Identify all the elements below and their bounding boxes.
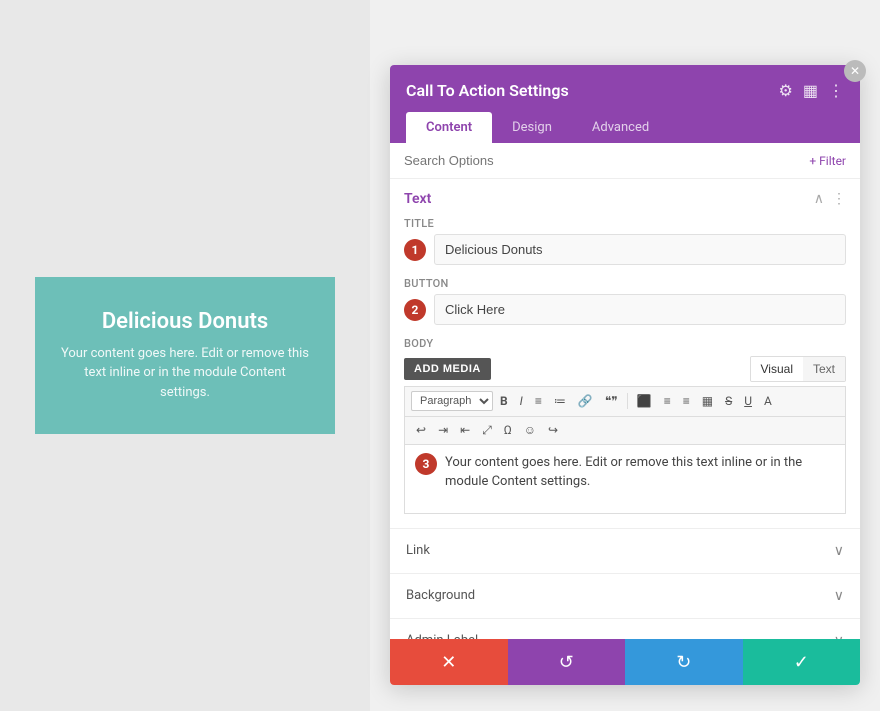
link-chevron-icon: ∨ (834, 543, 844, 559)
special-char-button[interactable]: Ω (499, 420, 517, 441)
align-center-button[interactable]: ≡ (659, 391, 676, 412)
panel-header-icons: ⚙ ▦ ⋮ (779, 81, 844, 100)
panel-header: Call To Action Settings ⚙ ▦ ⋮ Content De… (390, 65, 860, 143)
text-section-icons: ∧ ⋮ (814, 191, 846, 207)
preview-card: Delicious Donuts Your content goes here.… (35, 277, 335, 435)
tab-advanced[interactable]: Advanced (572, 112, 669, 143)
preview-body: Your content goes here. Edit or remove t… (59, 344, 311, 403)
link-section: Link ∨ (390, 529, 860, 574)
admin-label-header[interactable]: Admin Label ∨ (390, 619, 860, 639)
search-bar: + Filter (390, 143, 860, 179)
link-section-title: Link (406, 543, 430, 558)
search-input[interactable] (404, 153, 809, 168)
cancel-button[interactable]: ✕ (390, 639, 508, 685)
align-left-button[interactable]: ⬛ (632, 391, 657, 412)
panel-body: + Filter Text ∧ ⋮ Title 1 Button (390, 143, 860, 639)
text-section: Text ∧ ⋮ Title 1 Button 2 (390, 179, 860, 529)
settings-icon[interactable]: ⚙ (779, 81, 793, 100)
background-section-title: Background (406, 588, 475, 603)
grid-icon[interactable]: ▦ (803, 81, 818, 100)
tab-content[interactable]: Content (406, 112, 492, 143)
button-field-row: 2 (404, 294, 846, 325)
badge-2: 2 (404, 299, 426, 321)
ordered-list-button[interactable]: ≔ (549, 391, 571, 412)
editor-toolbar-row1: Paragraph B I ≡ ≔ 🔗 ❝❞ ⬛ ≡ ≡ ▦ S U A (404, 386, 846, 416)
strikethrough-button[interactable]: S (720, 391, 737, 412)
underline-button[interactable]: U (739, 391, 757, 412)
outdent-button[interactable]: ⇤ (455, 420, 475, 441)
button-label: Button (404, 277, 846, 290)
link-button[interactable]: 🔗 (573, 391, 598, 412)
action-buttons: ✕ ↺ ↻ ✓ (390, 639, 860, 685)
badge-3: 3 (415, 453, 437, 475)
emoji-button[interactable]: ☺ (519, 420, 541, 441)
blockquote-button[interactable]: ❝❞ (600, 391, 623, 412)
background-section-header[interactable]: Background ∨ (390, 574, 860, 618)
preview-area: Delicious Donuts Your content goes here.… (0, 0, 370, 711)
font-color-button[interactable]: A (759, 391, 777, 412)
visual-button[interactable]: Visual (751, 357, 803, 381)
toolbar-separator-1 (627, 393, 628, 409)
panel-header-top: Call To Action Settings ⚙ ▦ ⋮ (406, 81, 844, 100)
link-section-header[interactable]: Link ∨ (390, 529, 860, 573)
save-button[interactable]: ✓ (743, 639, 861, 685)
background-section: Background ∨ (390, 574, 860, 619)
tabs: Content Design Advanced (406, 112, 844, 143)
editor-toolbar-top: ADD MEDIA Visual Text (404, 356, 846, 382)
text-section-title: Text (404, 191, 431, 207)
preview-title: Delicious Donuts (59, 309, 311, 334)
fullscreen-button[interactable]: ⤢ (477, 420, 497, 441)
editor-toolbar-row2: ↩ ⇥ ⇤ ⤢ Ω ☺ ↪ (404, 416, 846, 444)
admin-label-section: Admin Label ∨ (390, 619, 860, 639)
visual-text-toggle: Visual Text (750, 356, 846, 382)
close-overlay-button[interactable]: ✕ (844, 60, 866, 82)
paragraph-select[interactable]: Paragraph (411, 391, 493, 411)
text-section-more-icon[interactable]: ⋮ (832, 191, 846, 207)
italic-button[interactable]: I (515, 391, 528, 412)
text-button[interactable]: Text (803, 357, 845, 381)
redo-editor-button[interactable]: ↪ (543, 420, 563, 441)
body-label: Body (404, 337, 846, 350)
unordered-list-button[interactable]: ≡ (530, 391, 547, 412)
button-input[interactable] (434, 294, 846, 325)
filter-button[interactable]: + Filter (809, 154, 846, 168)
more-icon[interactable]: ⋮ (828, 81, 844, 100)
title-label: Title (404, 217, 846, 230)
add-media-button[interactable]: ADD MEDIA (404, 358, 491, 380)
collapse-icon[interactable]: ∧ (814, 191, 824, 207)
redo-button[interactable]: ↻ (625, 639, 743, 685)
editor-area[interactable]: 3 Your content goes here. Edit or remove… (404, 444, 846, 514)
background-chevron-icon: ∨ (834, 588, 844, 604)
title-input[interactable] (434, 234, 846, 265)
title-field-row: 1 (404, 234, 846, 265)
text-section-header: Text ∧ ⋮ (390, 179, 860, 217)
table-button[interactable]: ▦ (697, 391, 718, 412)
badge-1: 1 (404, 239, 426, 261)
title-field-group: Title 1 (390, 217, 860, 277)
button-field-group: Button 2 (390, 277, 860, 337)
bold-button[interactable]: B (495, 391, 513, 412)
body-section: Body ADD MEDIA Visual Text Paragraph B I… (390, 337, 860, 528)
history-button[interactable]: ↩ (411, 420, 431, 441)
undo-button[interactable]: ↺ (508, 639, 626, 685)
align-right-button[interactable]: ≡ (678, 391, 695, 412)
indent-button[interactable]: ⇥ (433, 420, 453, 441)
settings-panel: Call To Action Settings ⚙ ▦ ⋮ Content De… (390, 65, 860, 685)
tab-design[interactable]: Design (492, 112, 572, 143)
editor-content[interactable]: Your content goes here. Edit or remove t… (445, 453, 835, 492)
panel-title: Call To Action Settings (406, 81, 569, 100)
